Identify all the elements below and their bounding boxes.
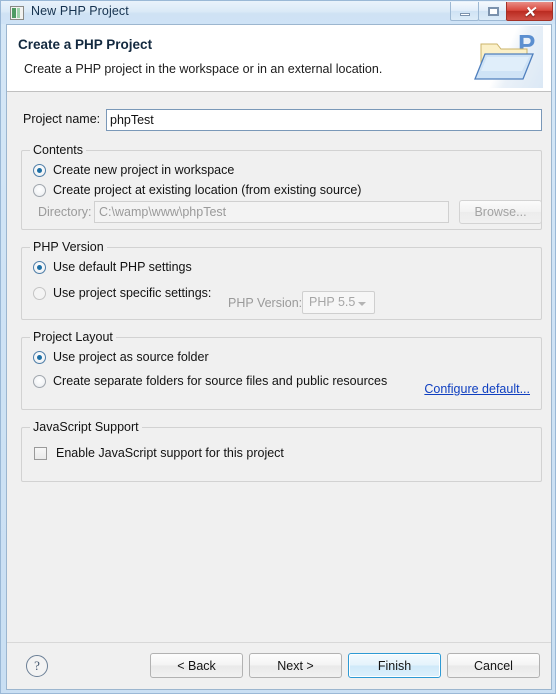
configure-default-link[interactable]: Configure default... xyxy=(424,382,530,396)
radio-use-project-as-source-folder[interactable]: Use project as source folder xyxy=(33,350,209,364)
page-description: Create a PHP project in the workspace or… xyxy=(24,62,383,76)
next-button[interactable]: Next > xyxy=(249,653,342,678)
cancel-button[interactable]: Cancel xyxy=(447,653,540,678)
chevron-down-icon xyxy=(358,302,366,306)
project-name-input[interactable] xyxy=(106,109,542,131)
new-php-project-window: New PHP Project ✕ Create a PHP Project C… xyxy=(0,0,556,694)
radio-icon-unchecked xyxy=(33,183,46,197)
page-title: Create a PHP Project xyxy=(18,37,153,52)
radio-icon-unchecked xyxy=(33,286,46,300)
checkbox-enable-javascript-support[interactable]: Enable JavaScript support for this proje… xyxy=(34,446,284,460)
wizard-content: Project name: Contents Create new projec… xyxy=(7,92,551,646)
radio-use-default-php-settings[interactable]: Use default PHP settings xyxy=(33,260,192,274)
radio-label: Use project as source folder xyxy=(53,350,209,364)
project-layout-legend: Project Layout xyxy=(30,330,116,344)
dialog-footer: ? < Back Next > Finish Cancel xyxy=(7,642,551,689)
minimize-button[interactable] xyxy=(450,2,479,21)
radio-label: Create project at existing location (fro… xyxy=(53,183,362,197)
php-version-value: PHP 5.5 xyxy=(309,295,356,309)
wizard-header: Create a PHP Project Create a PHP projec… xyxy=(7,25,551,92)
radio-use-project-specific-settings[interactable]: Use project specific settings: xyxy=(33,286,211,300)
close-icon: ✕ xyxy=(523,5,536,21)
maximize-button[interactable] xyxy=(478,2,507,21)
browse-button[interactable]: Browse... xyxy=(459,200,542,224)
finish-button[interactable]: Finish xyxy=(348,653,441,678)
radio-icon-checked xyxy=(33,350,46,364)
radio-icon-checked xyxy=(33,163,46,177)
back-button[interactable]: < Back xyxy=(150,653,243,678)
php-folder-icon: P xyxy=(471,26,543,88)
directory-label: Directory: xyxy=(38,205,92,219)
radio-label: Use project specific settings: xyxy=(53,286,212,300)
directory-input[interactable] xyxy=(94,201,449,223)
checkbox-label: Enable JavaScript support for this proje… xyxy=(56,446,284,460)
window-controls: ✕ xyxy=(450,2,553,22)
radio-create-at-existing-location[interactable]: Create project at existing location (fro… xyxy=(33,183,361,197)
php-version-group: PHP Version Use default PHP settings Use… xyxy=(21,240,542,320)
help-icon[interactable]: ? xyxy=(26,655,48,677)
title-bar: New PHP Project ✕ xyxy=(1,1,555,24)
php-version-legend: PHP Version xyxy=(30,240,107,254)
contents-legend: Contents xyxy=(30,143,87,157)
php-version-select[interactable]: PHP 5.5 xyxy=(302,291,375,314)
project-name-label: Project name: xyxy=(23,112,101,126)
radio-label: Use default PHP settings xyxy=(53,260,192,274)
javascript-support-group: JavaScript Support Enable JavaScript sup… xyxy=(21,420,542,482)
contents-group: Contents Create new project in workspace… xyxy=(21,143,542,230)
php-version-label: PHP Version: xyxy=(228,296,303,310)
dialog-body: Create a PHP Project Create a PHP projec… xyxy=(6,24,552,690)
radio-create-new-project[interactable]: Create new project in workspace xyxy=(33,163,234,177)
radio-label: Create separate folders for source files… xyxy=(53,374,388,388)
radio-icon-unchecked xyxy=(33,374,46,388)
project-layout-group: Project Layout Use project as source fol… xyxy=(21,330,542,410)
radio-create-separate-folders[interactable]: Create separate folders for source files… xyxy=(33,374,387,388)
window-title: New PHP Project xyxy=(31,4,129,18)
button-bar: < Back Next > Finish Cancel xyxy=(150,653,540,678)
radio-icon-checked xyxy=(33,260,46,274)
php-project-icon xyxy=(10,6,24,20)
javascript-support-legend: JavaScript Support xyxy=(30,420,142,434)
checkbox-icon-unchecked xyxy=(34,446,47,460)
close-button[interactable]: ✕ xyxy=(506,2,553,21)
radio-label: Create new project in workspace xyxy=(53,163,235,177)
project-name-row: Project name: xyxy=(7,109,551,131)
